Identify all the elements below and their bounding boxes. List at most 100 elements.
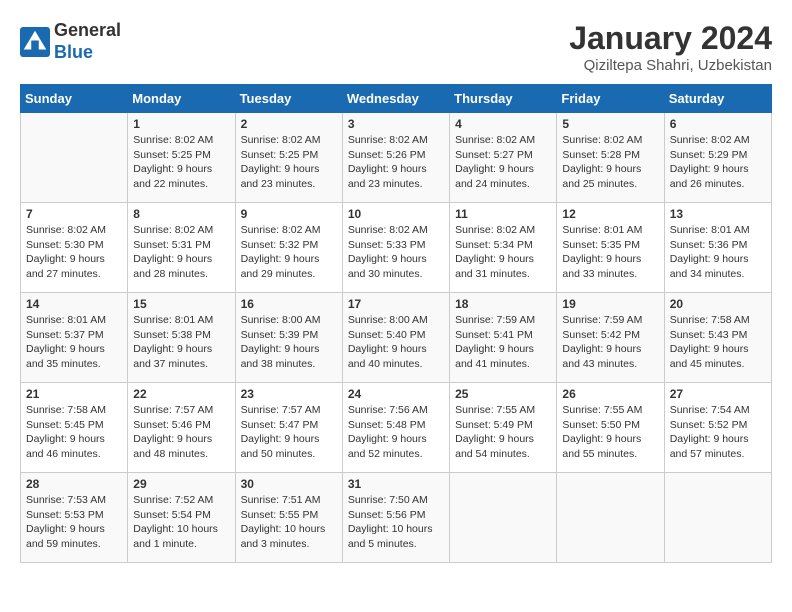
day-cell: 25 Sunrise: 7:55 AMSunset: 5:49 PMDayligh… [450,383,557,473]
day-cell: 24Sunrise: 7:56 AMSunset: 5:48 PMDayligh… [342,383,449,473]
day-info: Sunrise: 8:01 AMSunset: 5:38 PMDaylight:… [133,313,229,372]
day-number: 16 [241,297,337,311]
day-cell: 13 Sunrise: 8:01 AMSunset: 5:36 PMDayligh… [664,203,771,293]
day-number: 19 [562,297,658,311]
day-number: 12 [562,207,658,221]
logo-line1: General [54,20,121,42]
day-cell: 17 Sunrise: 8:00 AMSunset: 5:40 PMDayligh… [342,293,449,383]
day-cell: 18Sunrise: 7:59 AMSunset: 5:41 PMDayligh… [450,293,557,383]
day-cell: 30 Sunrise: 7:51 AMSunset: 5:55 PMDayligh… [235,473,342,563]
day-cell: 19Sunrise: 7:59 AMSunset: 5:42 PMDayligh… [557,293,664,383]
week-row-2: 7 Sunrise: 8:02 AMSunset: 5:30 PMDaylight… [21,203,772,293]
day-number: 4 [455,117,551,131]
day-number: 20 [670,297,766,311]
day-number: 15 [133,297,229,311]
day-info: Sunrise: 8:02 AMSunset: 5:32 PMDaylight:… [241,223,337,282]
day-info: Sunrise: 7:58 AMSunset: 5:45 PMDaylight:… [26,403,122,462]
day-number: 31 [348,477,444,491]
day-cell: 7 Sunrise: 8:02 AMSunset: 5:30 PMDaylight… [21,203,128,293]
day-info: Sunrise: 7:52 AMSunset: 5:54 PMDaylight:… [133,493,229,552]
day-cell: 20 Sunrise: 7:58 AMSunset: 5:43 PMDayligh… [664,293,771,383]
calendar-header: SundayMondayTuesdayWednesdayThursdayFrid… [21,85,772,113]
day-number: 27 [670,387,766,401]
week-row-4: 21Sunrise: 7:58 AMSunset: 5:45 PMDayligh… [21,383,772,473]
day-cell: 12Sunrise: 8:01 AMSunset: 5:35 PMDayligh… [557,203,664,293]
day-number: 7 [26,207,122,221]
day-info: Sunrise: 8:02 AMSunset: 5:26 PMDaylight:… [348,133,444,192]
day-info: Sunrise: 7:54 AMSunset: 5:52 PMDaylight:… [670,403,766,462]
day-info: Sunrise: 7:55 AMSunset: 5:50 PMDaylight:… [562,403,658,462]
day-info: Sunrise: 7:55 AMSunset: 5:49 PMDaylight:… [455,403,551,462]
day-number: 28 [26,477,122,491]
day-number: 24 [348,387,444,401]
location: Qiziltepa Shahri, Uzbekistan [569,57,772,74]
day-cell: 28Sunrise: 7:53 AMSunset: 5:53 PMDayligh… [21,473,128,563]
day-cell: 22Sunrise: 7:57 AMSunset: 5:46 PMDayligh… [128,383,235,473]
day-cell [21,113,128,203]
day-info: Sunrise: 8:01 AMSunset: 5:36 PMDaylight:… [670,223,766,282]
day-number: 14 [26,297,122,311]
day-cell: 15 Sunrise: 8:01 AMSunset: 5:38 PMDayligh… [128,293,235,383]
header-sunday: Sunday [21,85,128,113]
day-cell: 1 Sunrise: 8:02 AMSunset: 5:25 PMDaylight… [128,113,235,203]
day-info: Sunrise: 7:51 AMSunset: 5:55 PMDaylight:… [241,493,337,552]
day-info: Sunrise: 7:50 AMSunset: 5:56 PMDaylight:… [348,493,444,552]
day-cell: 21Sunrise: 7:58 AMSunset: 5:45 PMDayligh… [21,383,128,473]
day-info: Sunrise: 8:02 AMSunset: 5:25 PMDaylight:… [133,133,229,192]
day-info: Sunrise: 7:57 AMSunset: 5:46 PMDaylight:… [133,403,229,462]
week-row-1: 1 Sunrise: 8:02 AMSunset: 5:25 PMDaylight… [21,113,772,203]
header-row: SundayMondayTuesdayWednesdayThursdayFrid… [21,85,772,113]
day-cell [450,473,557,563]
logo-line2: Blue [54,42,121,64]
day-cell: 26 Sunrise: 7:55 AMSunset: 5:50 PMDayligh… [557,383,664,473]
day-number: 25 [455,387,551,401]
day-number: 11 [455,207,551,221]
day-number: 29 [133,477,229,491]
day-cell: 9 Sunrise: 8:02 AMSunset: 5:32 PMDaylight… [235,203,342,293]
day-number: 10 [348,207,444,221]
day-number: 9 [241,207,337,221]
header-wednesday: Wednesday [342,85,449,113]
day-info: Sunrise: 8:02 AMSunset: 5:34 PMDaylight:… [455,223,551,282]
header-saturday: Saturday [664,85,771,113]
day-number: 1 [133,117,229,131]
logo: General Blue [20,20,121,63]
title-block: January 2024 Qiziltepa Shahri, Uzbekista… [569,20,772,74]
header-tuesday: Tuesday [235,85,342,113]
day-cell: 8Sunrise: 8:02 AMSunset: 5:31 PMDaylight… [128,203,235,293]
day-cell: 14 Sunrise: 8:01 AMSunset: 5:37 PMDayligh… [21,293,128,383]
day-number: 30 [241,477,337,491]
day-cell [664,473,771,563]
day-cell: 4 Sunrise: 8:02 AMSunset: 5:27 PMDaylight… [450,113,557,203]
day-number: 17 [348,297,444,311]
day-cell: 10Sunrise: 8:02 AMSunset: 5:33 PMDayligh… [342,203,449,293]
day-number: 6 [670,117,766,131]
day-info: Sunrise: 8:02 AMSunset: 5:30 PMDaylight:… [26,223,122,282]
day-cell: 3 Sunrise: 8:02 AMSunset: 5:26 PMDaylight… [342,113,449,203]
day-number: 18 [455,297,551,311]
day-cell: 31 Sunrise: 7:50 AMSunset: 5:56 PMDayligh… [342,473,449,563]
day-cell [557,473,664,563]
header-thursday: Thursday [450,85,557,113]
day-cell: 6Sunrise: 8:02 AMSunset: 5:29 PMDaylight… [664,113,771,203]
day-number: 13 [670,207,766,221]
day-info: Sunrise: 8:00 AMSunset: 5:39 PMDaylight:… [241,313,337,372]
week-row-5: 28Sunrise: 7:53 AMSunset: 5:53 PMDayligh… [21,473,772,563]
day-number: 26 [562,387,658,401]
day-cell: 23 Sunrise: 7:57 AMSunset: 5:47 PMDayligh… [235,383,342,473]
day-number: 8 [133,207,229,221]
day-cell: 29 Sunrise: 7:52 AMSunset: 5:54 PMDayligh… [128,473,235,563]
day-cell: 11 Sunrise: 8:02 AMSunset: 5:34 PMDayligh… [450,203,557,293]
day-number: 3 [348,117,444,131]
day-number: 23 [241,387,337,401]
page-header: General Blue January 2024 Qiziltepa Shah… [20,20,772,74]
day-info: Sunrise: 7:58 AMSunset: 5:43 PMDaylight:… [670,313,766,372]
day-info: Sunrise: 8:01 AMSunset: 5:37 PMDaylight:… [26,313,122,372]
day-info: Sunrise: 8:00 AMSunset: 5:40 PMDaylight:… [348,313,444,372]
day-info: Sunrise: 8:02 AMSunset: 5:28 PMDaylight:… [562,133,658,192]
header-friday: Friday [557,85,664,113]
day-info: Sunrise: 8:02 AMSunset: 5:27 PMDaylight:… [455,133,551,192]
day-info: Sunrise: 7:57 AMSunset: 5:47 PMDaylight:… [241,403,337,462]
header-monday: Monday [128,85,235,113]
logo-icon [20,27,50,57]
